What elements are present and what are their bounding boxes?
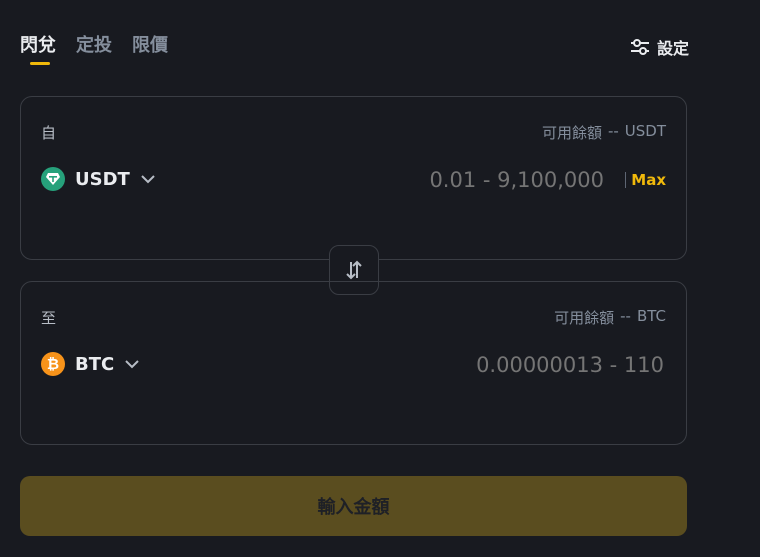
tether-icon — [41, 167, 65, 191]
from-label: 自 — [41, 124, 57, 142]
tab-recurring[interactable]: 定投 — [76, 34, 112, 58]
enter-amount-button[interactable]: 輸入金額 — [20, 476, 687, 536]
max-divider — [625, 172, 626, 188]
from-token-name: USDT — [75, 168, 130, 190]
sliders-icon — [630, 39, 649, 55]
from-token-selector[interactable]: USDT — [41, 167, 156, 191]
trade-mode-tabs: 閃兌 定投 限價 — [20, 34, 168, 65]
from-amount-input[interactable] — [282, 167, 606, 193]
tab-convert[interactable]: 閃兌 — [20, 34, 56, 65]
to-amount-input[interactable] — [302, 352, 666, 378]
to-token-selector[interactable]: ₿ BTC — [41, 352, 140, 376]
swap-arrows-icon — [346, 260, 362, 280]
to-available-label: 可用餘額 — [554, 309, 615, 327]
to-panel: 至 可用餘額 -- BTC ₿ BTC — [20, 281, 687, 445]
chevron-down-icon — [125, 360, 139, 369]
from-available-label: 可用餘額 — [541, 124, 602, 142]
from-available-balance: 可用餘額 -- USDT — [542, 122, 666, 143]
to-token-name: BTC — [75, 353, 115, 375]
to-available-currency: BTC — [636, 307, 666, 325]
from-panel: 自 可用餘額 -- USDT USDT Max — [20, 96, 687, 260]
from-available-currency: USDT — [624, 122, 666, 140]
enter-amount-label: 輸入金額 — [317, 497, 390, 517]
to-available-value: -- — [620, 307, 631, 325]
chevron-down-icon — [141, 175, 155, 184]
max-button[interactable]: Max — [631, 171, 666, 189]
tab-limit-label: 限價 — [132, 35, 168, 56]
active-tab-indicator — [30, 62, 50, 65]
to-label: 至 — [41, 309, 57, 327]
to-available-balance: 可用餘額 -- BTC — [554, 307, 666, 328]
from-available-value: -- — [607, 122, 619, 140]
settings-button[interactable]: 設定 — [629, 35, 689, 59]
bitcoin-icon: ₿ — [41, 352, 65, 376]
tab-recurring-label: 定投 — [76, 35, 112, 56]
settings-label: 設定 — [656, 39, 689, 58]
tab-limit[interactable]: 限價 — [132, 34, 168, 58]
tab-convert-label: 閃兌 — [20, 35, 56, 56]
